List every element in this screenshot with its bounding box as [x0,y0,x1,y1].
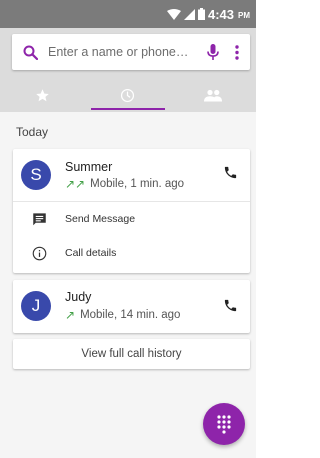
search-icon[interactable] [12,45,48,60]
call-info: Mobile, 1 min. ago [90,178,185,190]
contact-name: Summer [65,160,113,174]
tab-recents[interactable] [85,80,170,110]
outgoing-call-icon: ↗↗ [65,177,86,191]
send-message-row[interactable]: Send Message [13,204,250,234]
call-detail: ↗↗ Mobile, 1 min. ago [65,177,184,191]
status-time: 4:43 [207,6,234,22]
phone-icon[interactable] [223,165,238,185]
signal-icon [183,8,195,20]
call-card-judy[interactable]: J Judy ↗ Mobile, 14 min. ago [13,280,250,333]
avatar[interactable]: S [21,160,51,190]
view-history-button[interactable]: View full call history [13,339,250,369]
status-bar: 4:43 PM [0,0,256,28]
dialpad-icon [217,415,231,434]
call-detail: ↗ Mobile, 14 min. ago [65,308,180,322]
search-bar[interactable]: Enter a name or phone… [12,34,250,70]
phone-icon[interactable] [223,298,238,318]
contact-name: Judy [65,290,92,304]
message-icon [13,212,65,226]
people-icon [204,89,223,101]
wifi-icon [166,8,181,20]
call-details-row[interactable]: Call details [13,238,250,268]
avatar[interactable]: J [21,291,51,321]
star-icon [36,88,49,101]
call-details-label: Call details [65,247,117,259]
divider [13,201,250,202]
search-input[interactable]: Enter a name or phone… [48,45,202,59]
tab-contacts[interactable] [171,80,256,110]
tab-favorites[interactable] [0,80,85,110]
mic-icon[interactable] [202,43,224,61]
more-options-icon[interactable] [224,44,250,60]
outgoing-call-icon: ↗ [65,308,76,322]
clock-icon [121,88,135,102]
section-title: Today [16,125,49,139]
battery-icon [197,8,205,20]
status-ampm: PM [238,11,250,20]
send-message-label: Send Message [65,213,136,225]
view-history-label: View full call history [81,348,182,360]
dialpad-button[interactable] [203,403,245,445]
call-card-summer[interactable]: S Summer ↗↗ Mobile, 1 min. ago Send Mess… [13,149,250,273]
call-info: Mobile, 14 min. ago [80,309,181,321]
tab-bar [0,80,256,110]
info-icon [13,246,65,261]
